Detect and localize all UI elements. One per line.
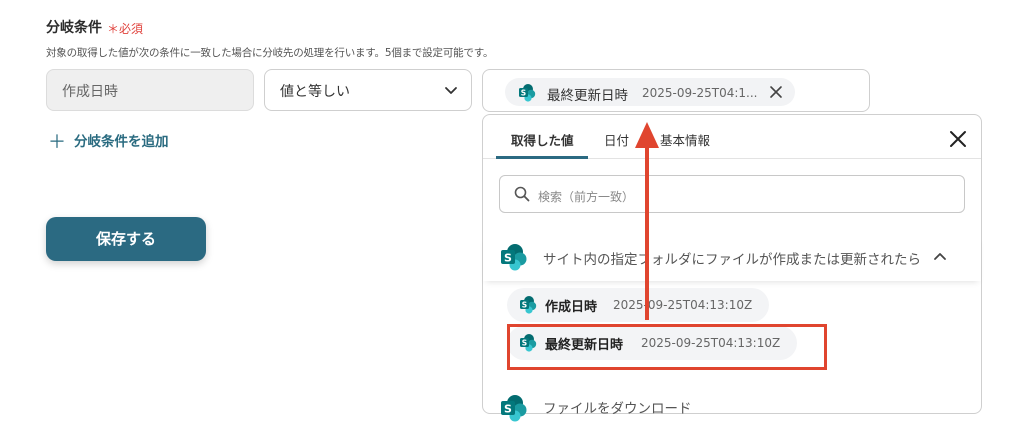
close-icon[interactable] [949,130,967,148]
sharepoint-icon [520,296,537,314]
annotation-arrow-icon [635,122,659,320]
section-description: 対象の取得した値が次の条件に一致した場合に分岐先の処理を行います。5個まで設定可… [46,47,494,59]
condition-field-value: 作成日時 [62,84,118,100]
sharepoint-icon [519,84,536,102]
tab-date[interactable]: 日付 [604,130,629,149]
close-icon[interactable] [769,85,783,99]
value-input[interactable]: 最終更新日時 2025-09-25T04:1... [482,69,870,112]
download-group-label: ファイルをダウンロード [543,401,692,417]
chevron-down-icon [445,87,457,94]
section-title: 分岐条件 [46,20,102,36]
save-button[interactable]: 保存する [46,217,206,261]
trigger-group-header[interactable]: サイト内の指定フォルダにファイルが作成または更新されたら [483,235,981,281]
annotation-highlight-box [507,324,827,370]
value-chip-value: 2025-09-25T04:1... [642,86,758,100]
value-chip-name: 最終更新日時 [547,88,628,104]
condition-field[interactable]: 作成日時 [46,69,254,111]
value-item-name: 作成日時 [545,300,598,315]
sharepoint-icon [501,244,527,271]
add-condition-button[interactable]: ＋ 分岐条件を追加 [48,128,169,154]
required-badge: ＊必須 [107,22,144,36]
plus-icon: ＋ [48,132,66,153]
chevron-up-icon [934,253,946,260]
tab-basic-info[interactable]: 基本情報 [660,130,710,149]
download-group-header[interactable]: ファイルをダウンロード [483,391,981,431]
search-icon [514,186,530,202]
tab-retrieved-values[interactable]: 取得した値 [511,130,574,149]
value-chip[interactable]: 最終更新日時 2025-09-25T04:1... [505,78,795,106]
trigger-group-label: サイト内の指定フォルダにファイルが作成または更新されたら [543,252,921,268]
active-tab-indicator [496,156,588,159]
search-placeholder: 検索（前方一致） [538,190,635,204]
operator-select-value: 値と等しい [280,84,350,100]
operator-select[interactable]: 値と等しい [264,69,472,111]
add-condition-label: 分岐条件を追加 [74,134,169,150]
search-input[interactable]: 検索（前方一致） [499,175,965,213]
sharepoint-icon [501,395,527,422]
